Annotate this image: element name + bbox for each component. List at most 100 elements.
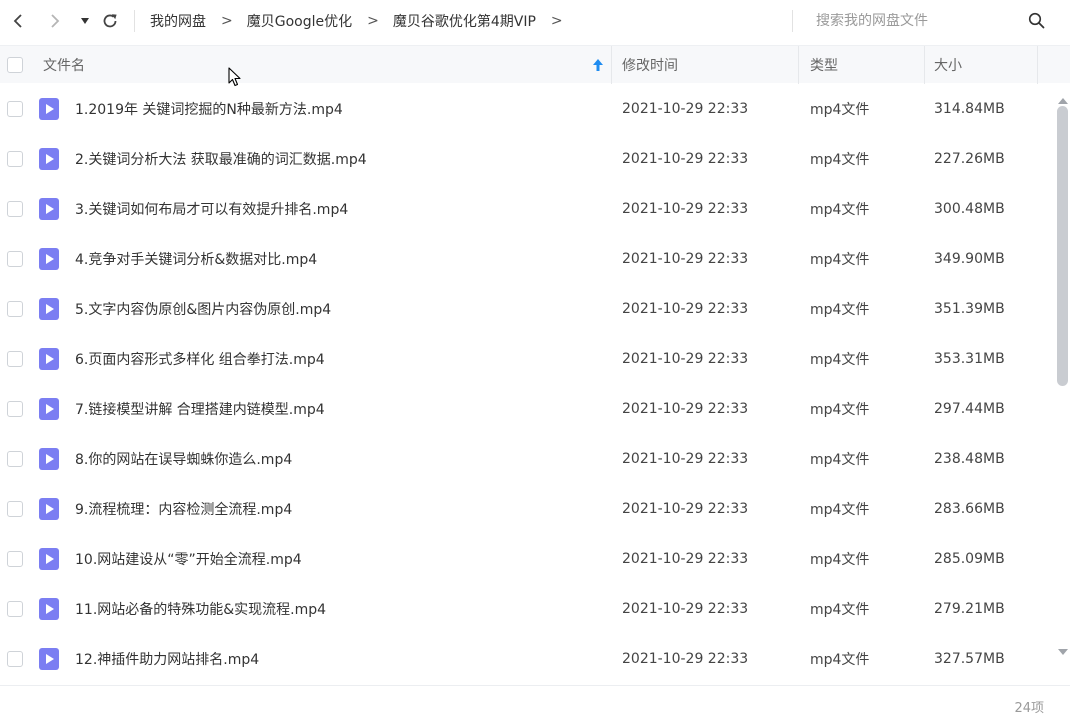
back-button[interactable] [8,10,28,32]
table-row[interactable]: 3.关键词如何布局才可以有效提升排名.mp4 2021-10-29 22:33 … [0,184,1052,234]
column-header-modified[interactable]: 修改时间 [622,46,678,84]
table-row[interactable]: 2.关键词分析大法 获取最准确的词汇数据.mp4 2021-10-29 22:3… [0,134,1052,184]
row-checkbox[interactable] [7,434,23,484]
sort-ascending-icon[interactable] [592,58,604,76]
breadcrumb-separator: > [221,13,233,29]
file-type: mp4文件 [810,452,870,468]
file-size: 300.48MB [934,201,1005,217]
column-header-size[interactable]: 大小 [934,46,962,84]
history-dropdown-button[interactable] [78,10,92,32]
file-size: 297.44MB [934,401,1005,417]
file-size: 314.84MB [934,101,1005,117]
column-header-size-label: 大小 [934,58,962,74]
file-name[interactable]: 1.2019年 关键词挖掘的N种最新方法.mp4 [75,84,343,134]
column-divider[interactable] [798,46,799,84]
row-checkbox[interactable] [7,484,23,534]
checkbox[interactable] [7,551,23,567]
table-row[interactable]: 7.链接模型讲解 合理搭建内链模型.mp4 2021-10-29 22:33 m… [0,384,1052,434]
table-row[interactable]: 8.你的网站在误导蜘蛛你造么.mp4 2021-10-29 22:33 mp4文… [0,434,1052,484]
file-name[interactable]: 2.关键词分析大法 获取最准确的词汇数据.mp4 [75,134,367,184]
breadcrumb-item-root[interactable]: 我的网盘 [150,11,206,31]
history-dropdown-icon [81,18,89,24]
video-file-icon [38,234,60,284]
row-checkbox[interactable] [7,384,23,434]
file-size: 283.66MB [934,501,1005,517]
column-header-type[interactable]: 类型 [810,46,838,84]
breadcrumb-item-folder[interactable]: 魔贝Google优化 [247,11,352,31]
checkbox[interactable] [7,201,23,217]
row-checkbox[interactable] [7,184,23,234]
file-name[interactable]: 4.竞争对手关键词分析&数据对比.mp4 [75,234,317,284]
file-modified: 2021-10-29 22:33 [622,551,749,567]
refresh-button[interactable] [100,10,120,32]
search-box [816,0,1056,42]
file-type: mp4文件 [810,502,870,518]
scrollbar-track[interactable] [1057,104,1069,636]
checkbox[interactable] [7,251,23,267]
row-checkbox[interactable] [7,584,23,634]
table-row[interactable]: 12.神插件助力网站排名.mp4 2021-10-29 22:33 mp4文件 … [0,634,1052,684]
checkbox[interactable] [7,101,23,117]
row-checkbox[interactable] [7,334,23,384]
breadcrumb-item-current[interactable]: 魔贝谷歌优化第4期VIP [393,11,536,31]
table-row[interactable]: 10.网站建设从“零”开始全流程.mp4 2021-10-29 22:33 mp… [0,534,1052,584]
file-modified: 2021-10-29 22:33 [622,301,749,317]
checkbox[interactable] [7,601,23,617]
item-count: 24项 [1014,701,1044,716]
select-all-checkbox[interactable] [7,46,23,84]
column-divider[interactable] [611,46,612,84]
column-divider[interactable] [924,46,925,84]
scrollbar-thumb[interactable] [1057,106,1068,386]
checkbox[interactable] [7,151,23,167]
checkbox[interactable] [7,57,23,73]
table-row[interactable]: 4.竞争对手关键词分析&数据对比.mp4 2021-10-29 22:33 mp… [0,234,1052,284]
file-type: mp4文件 [810,202,870,218]
file-name[interactable]: 5.文字内容伪原创&图片内容伪原创.mp4 [75,284,331,334]
file-name[interactable]: 8.你的网站在误导蜘蛛你造么.mp4 [75,434,292,484]
file-name[interactable]: 3.关键词如何布局才可以有效提升排名.mp4 [75,184,348,234]
row-checkbox[interactable] [7,634,23,684]
file-type: mp4文件 [810,402,870,418]
file-modified: 2021-10-29 22:33 [622,201,749,217]
file-name[interactable]: 10.网站建设从“零”开始全流程.mp4 [75,534,302,584]
file-size: 279.21MB [934,601,1005,617]
scroll-down-button[interactable] [1057,641,1069,660]
video-file-icon [38,484,60,534]
checkbox[interactable] [7,651,23,667]
row-checkbox[interactable] [7,534,23,584]
table-row[interactable]: 1.2019年 关键词挖掘的N种最新方法.mp4 2021-10-29 22:3… [0,84,1052,134]
file-name[interactable]: 7.链接模型讲解 合理搭建内链模型.mp4 [75,384,325,434]
table-row[interactable]: 11.网站必备的特殊功能&实现流程.mp4 2021-10-29 22:33 m… [0,584,1052,634]
column-header-name[interactable]: 文件名 [43,46,85,84]
row-checkbox[interactable] [7,284,23,334]
checkbox[interactable] [7,301,23,317]
file-type: mp4文件 [810,152,870,168]
table-row[interactable]: 9.流程梳理：内容检测全流程.mp4 2021-10-29 22:33 mp4文… [0,484,1052,534]
checkbox[interactable] [7,351,23,367]
toolbar: 我的网盘 > 魔贝Google优化 > 魔贝谷歌优化第4期VIP > [0,0,1070,42]
file-name[interactable]: 11.网站必备的特殊功能&实现流程.mp4 [75,584,326,634]
file-modified: 2021-10-29 22:33 [622,251,749,267]
file-name[interactable]: 12.神插件助力网站排名.mp4 [75,634,259,684]
file-name[interactable]: 6.页面内容形式多样化 组合拳打法.mp4 [75,334,325,384]
forward-button[interactable] [45,10,65,32]
breadcrumb-separator[interactable]: > [551,13,563,29]
scroll-down-icon [1058,649,1068,655]
file-size: 327.57MB [934,651,1005,667]
table-row[interactable]: 6.页面内容形式多样化 组合拳打法.mp4 2021-10-29 22:33 m… [0,334,1052,384]
table-row[interactable]: 5.文字内容伪原创&图片内容伪原创.mp4 2021-10-29 22:33 m… [0,284,1052,334]
file-name[interactable]: 9.流程梳理：内容检测全流程.mp4 [75,484,292,534]
checkbox[interactable] [7,501,23,517]
file-modified: 2021-10-29 22:33 [622,601,749,617]
row-checkbox[interactable] [7,234,23,284]
search-button[interactable] [1028,12,1045,33]
row-checkbox[interactable] [7,134,23,184]
column-divider[interactable] [1037,46,1038,84]
file-size: 238.48MB [934,451,1005,467]
checkbox[interactable] [7,451,23,467]
file-modified: 2021-10-29 22:33 [622,101,749,117]
footer-divider [0,685,1070,686]
search-input[interactable] [816,13,1016,29]
checkbox[interactable] [7,401,23,417]
row-checkbox[interactable] [7,84,23,134]
